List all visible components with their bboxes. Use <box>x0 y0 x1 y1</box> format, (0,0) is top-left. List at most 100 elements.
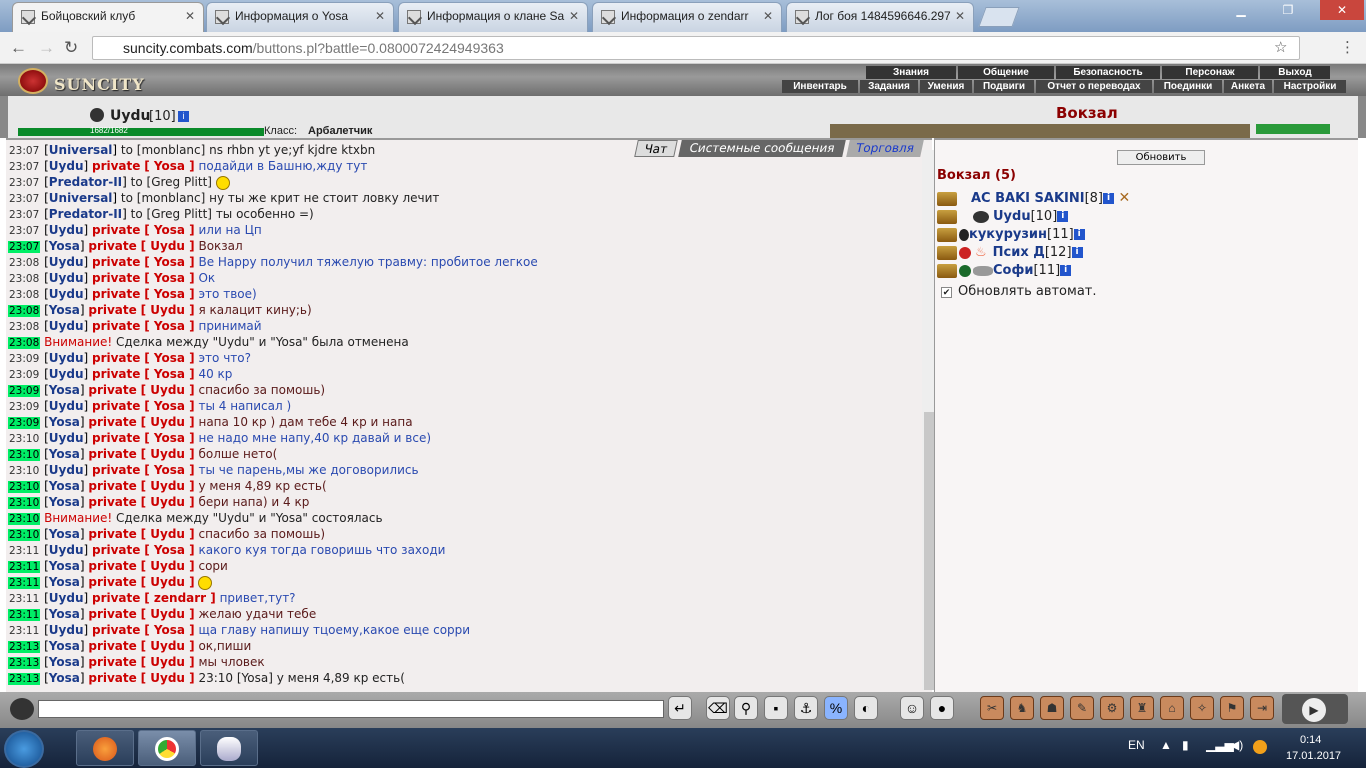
chrome-taskbar-button[interactable] <box>138 730 196 766</box>
player-row-name[interactable]: Псих Д <box>993 245 1045 260</box>
minimize-button[interactable]: ▁ <box>1226 0 1256 20</box>
message-time[interactable]: 23:13 <box>8 673 41 685</box>
message-target[interactable]: [ Yosa ] <box>144 287 194 301</box>
message-target[interactable]: [ Yosa ] <box>144 319 194 333</box>
message-sender[interactable]: Yosa <box>49 479 80 493</box>
smile-icon[interactable]: ☺ <box>900 696 924 720</box>
message-time[interactable]: 23:11 <box>8 561 41 573</box>
message-time[interactable]: 23:13 <box>8 641 41 653</box>
back-icon[interactable]: ← <box>10 38 27 58</box>
filter-icon[interactable]: ⚲ <box>734 696 758 720</box>
message-time[interactable]: 23:09 <box>8 353 40 365</box>
menu-inventory[interactable]: Инвентарь <box>782 80 858 93</box>
message-target[interactable]: [ Uydu ] <box>141 527 195 541</box>
player-row-name[interactable]: AC BAKI SAKINI <box>971 191 1085 206</box>
player-row[interactable]: кукурузин[11] i <box>937 227 1085 245</box>
message-sender[interactable]: Uydu <box>49 367 84 381</box>
face-icon[interactable]: ● <box>930 696 954 720</box>
save-icon[interactable]: ▪ <box>764 696 788 720</box>
message-time[interactable]: 23:09 <box>8 369 40 381</box>
language-indicator[interactable]: EN <box>1128 738 1145 752</box>
info-icon[interactable]: i <box>178 111 189 122</box>
clock-time[interactable]: 0:14 <box>1300 734 1321 746</box>
message-time[interactable]: 23:11 <box>8 577 41 589</box>
message-target[interactable]: [ Yosa ] <box>144 431 194 445</box>
action-icon-6[interactable]: ♜ <box>1130 696 1154 720</box>
message-target[interactable]: [ Uydu ] <box>141 495 195 509</box>
message-target[interactable]: [ Uydu ] <box>141 559 195 573</box>
message-target[interactable]: [ Yosa ] <box>144 399 194 413</box>
exit-icon[interactable]: ⇥ <box>1250 696 1274 720</box>
action-icon-8[interactable]: ✧ <box>1190 696 1214 720</box>
close-window-button[interactable]: ✕ <box>1320 0 1364 20</box>
menu-profile[interactable]: Анкета <box>1224 80 1272 93</box>
message-sender[interactable]: Uydu <box>49 399 84 413</box>
message-time[interactable]: 23:10 <box>8 465 40 477</box>
message-target[interactable]: [Greg Plitt] <box>147 207 212 221</box>
reload-icon[interactable]: ↻ <box>64 38 78 58</box>
browser-tab-2[interactable]: Информация о клане Sa ✕ <box>398 2 588 32</box>
show-hidden-icon[interactable]: ▲ <box>1160 738 1172 752</box>
message-sender[interactable]: Uydu <box>49 591 84 605</box>
browser-tab-0[interactable]: Бойцовский клуб ✕ <box>12 2 204 33</box>
message-time[interactable]: 23:07 <box>8 209 40 221</box>
message-sender[interactable]: Predator-II <box>49 207 122 221</box>
message-sender[interactable]: Yosa <box>49 383 80 397</box>
message-target[interactable]: [ Uydu ] <box>141 415 195 429</box>
tab-trade[interactable]: Торговля <box>846 140 924 157</box>
attack-icon[interactable] <box>937 245 957 260</box>
message-time[interactable]: 23:10 <box>8 433 40 445</box>
chat-input[interactable] <box>38 700 664 718</box>
browser-tab-1[interactable]: Информация о Yosa ✕ <box>206 2 394 32</box>
clock-date[interactable]: 17.01.2017 <box>1286 750 1341 762</box>
message-time[interactable]: 23:07 <box>8 161 40 173</box>
browser-tab-3[interactable]: Информация о zendarr ✕ <box>592 2 782 32</box>
message-sender[interactable]: Yosa <box>49 671 80 685</box>
message-target[interactable]: [ Yosa ] <box>144 271 194 285</box>
menu-skills[interactable]: Умения <box>920 80 972 93</box>
player-row[interactable]: AC BAKI SAKINI[8] i ✕ <box>937 190 1130 208</box>
message-sender[interactable]: Universal <box>49 143 113 157</box>
message-time[interactable]: 23:07 <box>8 177 40 189</box>
message-sender[interactable]: Uydu <box>49 271 84 285</box>
message-target[interactable]: [ Uydu ] <box>141 447 195 461</box>
message-target[interactable]: [ Uydu ] <box>141 671 195 685</box>
menu-achievements[interactable]: Подвиги <box>974 80 1034 93</box>
info-icon[interactable]: i <box>1057 211 1069 222</box>
action-icon-2[interactable]: ♞ <box>1010 696 1034 720</box>
menu-icon[interactable]: ⋮ <box>1340 38 1355 56</box>
message-time[interactable]: 23:11 <box>8 545 40 557</box>
attack-icon[interactable] <box>937 191 957 206</box>
message-target[interactable]: [ Yosa ] <box>144 623 194 637</box>
message-time[interactable]: 23:08 <box>8 337 41 349</box>
close-icon[interactable]: ✕ <box>569 9 579 23</box>
message-time[interactable]: 23:13 <box>8 657 41 669</box>
message-sender[interactable]: Uydu <box>49 431 84 445</box>
volume-icon[interactable]: ◐ <box>854 696 878 720</box>
message-sender[interactable]: Yosa <box>49 303 80 317</box>
info-icon[interactable]: i <box>1071 247 1083 258</box>
message-target[interactable]: [ Uydu ] <box>141 639 195 653</box>
message-time[interactable]: 23:07 <box>8 145 40 157</box>
message-sender[interactable]: Yosa <box>49 495 80 509</box>
attack-icon[interactable] <box>937 209 957 224</box>
play-icon[interactable]: ▶ <box>1302 698 1326 722</box>
message-sender[interactable]: Uydu <box>49 351 84 365</box>
start-button[interactable] <box>4 730 44 768</box>
message-time[interactable]: 23:09 <box>8 417 41 429</box>
message-sender[interactable]: Uydu <box>49 255 84 269</box>
message-sender[interactable]: Uydu <box>49 623 84 637</box>
forward-icon[interactable]: → <box>38 38 55 58</box>
info-icon[interactable]: i <box>1060 265 1072 276</box>
url-field[interactable]: suncity.combats.com/buttons.pl?battle=0.… <box>92 36 1300 60</box>
restore-button[interactable]: ❐ <box>1258 0 1318 20</box>
message-sender[interactable]: Yosa <box>49 575 80 589</box>
tab-chat[interactable]: Чат <box>634 140 678 157</box>
message-target[interactable]: [ zendarr ] <box>144 591 216 605</box>
message-sender[interactable]: Yosa <box>49 415 80 429</box>
action-icon-7[interactable]: ⌂ <box>1160 696 1184 720</box>
action-icon-3[interactable]: ☗ <box>1040 696 1064 720</box>
message-time[interactable]: 23:10 <box>8 529 41 541</box>
message-time[interactable]: 23:11 <box>8 609 41 621</box>
message-time[interactable]: 23:08 <box>8 305 41 317</box>
